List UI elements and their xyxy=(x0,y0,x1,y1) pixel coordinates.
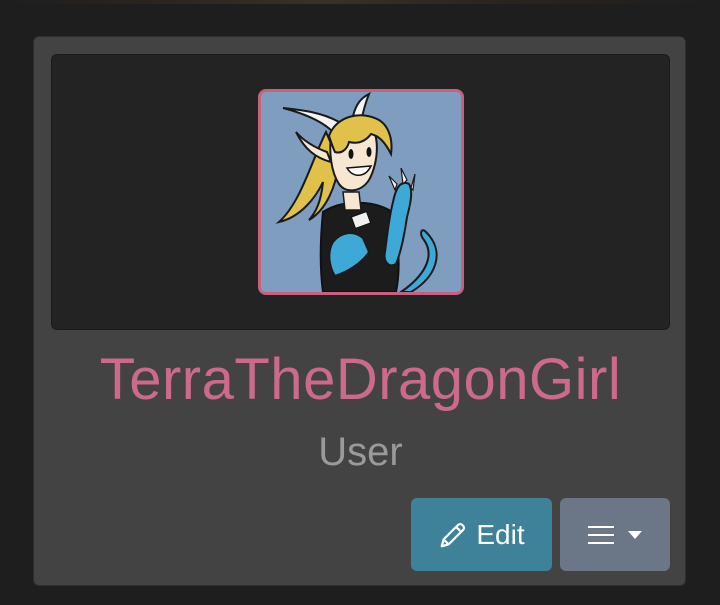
pencil-icon xyxy=(441,522,466,547)
edit-button[interactable]: Edit xyxy=(411,498,552,571)
user-role: User xyxy=(318,430,403,474)
avatar[interactable] xyxy=(258,89,464,295)
top-edge-strip xyxy=(0,0,720,4)
more-options-dropdown-button[interactable] xyxy=(560,498,670,571)
edit-button-label: Edit xyxy=(476,518,525,550)
profile-banner xyxy=(51,54,670,330)
caret-down-icon xyxy=(628,530,642,539)
avatar-image xyxy=(261,92,461,292)
username: TerraTheDragonGirl xyxy=(99,347,622,412)
profile-card: TerraTheDragonGirl User Edit xyxy=(33,36,686,586)
bars-icon xyxy=(588,525,614,544)
